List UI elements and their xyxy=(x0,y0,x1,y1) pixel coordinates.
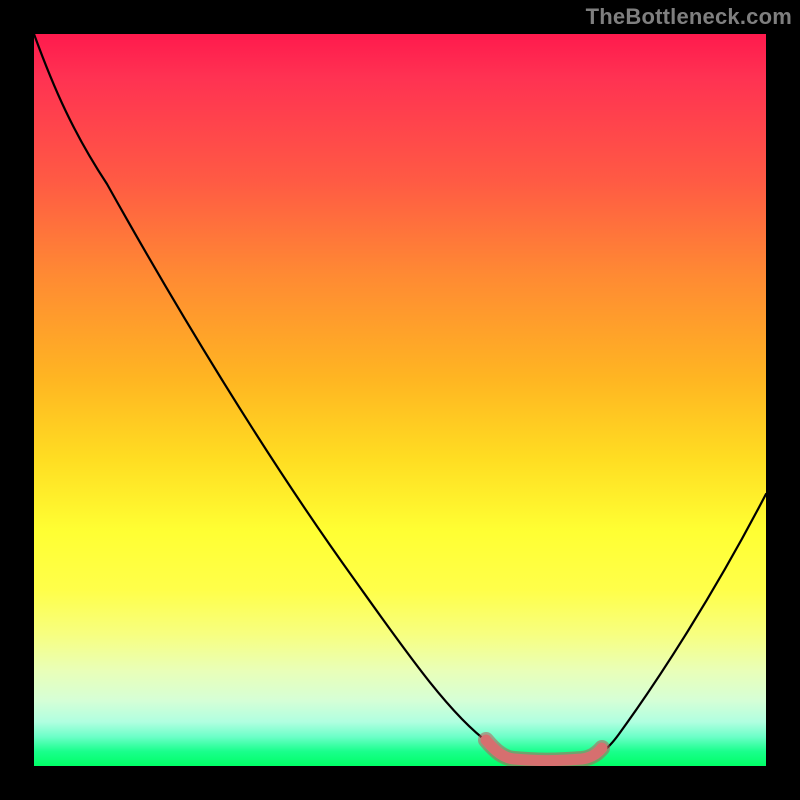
curve-layer xyxy=(34,34,766,766)
bottleneck-curve xyxy=(34,34,766,758)
chart-frame: TheBottleneck.com xyxy=(0,0,800,800)
highlight-segment-top xyxy=(486,740,602,761)
plot-area xyxy=(34,34,766,766)
watermark-text: TheBottleneck.com xyxy=(586,6,792,28)
